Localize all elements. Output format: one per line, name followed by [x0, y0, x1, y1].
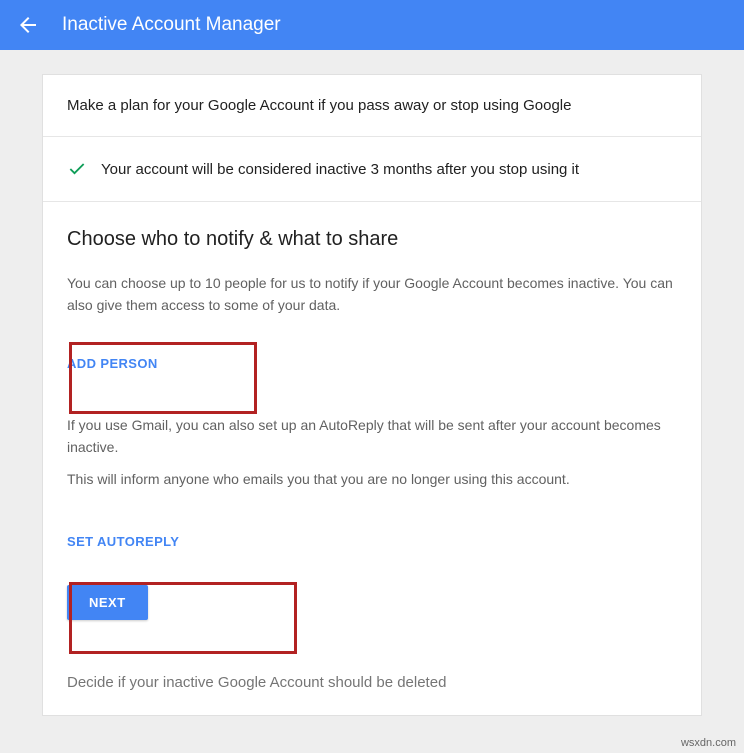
inactive-status-row[interactable]: Your account will be considered inactive… [43, 137, 701, 202]
check-icon [67, 159, 87, 179]
notify-share-section: Choose who to notify & what to share You… [43, 202, 701, 650]
autoreply-description-1: If you use Gmail, you can also set up an… [67, 415, 677, 458]
app-header: Inactive Account Manager [0, 0, 744, 50]
status-text: Your account will be considered inactive… [101, 161, 579, 178]
set-autoreply-button[interactable]: SET AUTOREPLY [67, 524, 179, 559]
back-arrow-icon[interactable] [16, 13, 40, 37]
page-title: Inactive Account Manager [62, 14, 281, 36]
watermark-text: wsxdn.com [681, 737, 736, 749]
delete-decision-section[interactable]: Decide if your inactive Google Account s… [43, 650, 701, 715]
settings-card: Make a plan for your Google Account if y… [42, 74, 702, 716]
intro-text: Make a plan for your Google Account if y… [43, 75, 701, 137]
notify-description: You can choose up to 10 people for us to… [67, 273, 677, 316]
autoreply-description-2: This will inform anyone who emails you t… [67, 469, 677, 491]
add-person-button[interactable]: ADD PERSON [67, 346, 158, 381]
next-button[interactable]: NEXT [67, 585, 148, 620]
section-heading: Choose who to notify & what to share [67, 228, 677, 251]
